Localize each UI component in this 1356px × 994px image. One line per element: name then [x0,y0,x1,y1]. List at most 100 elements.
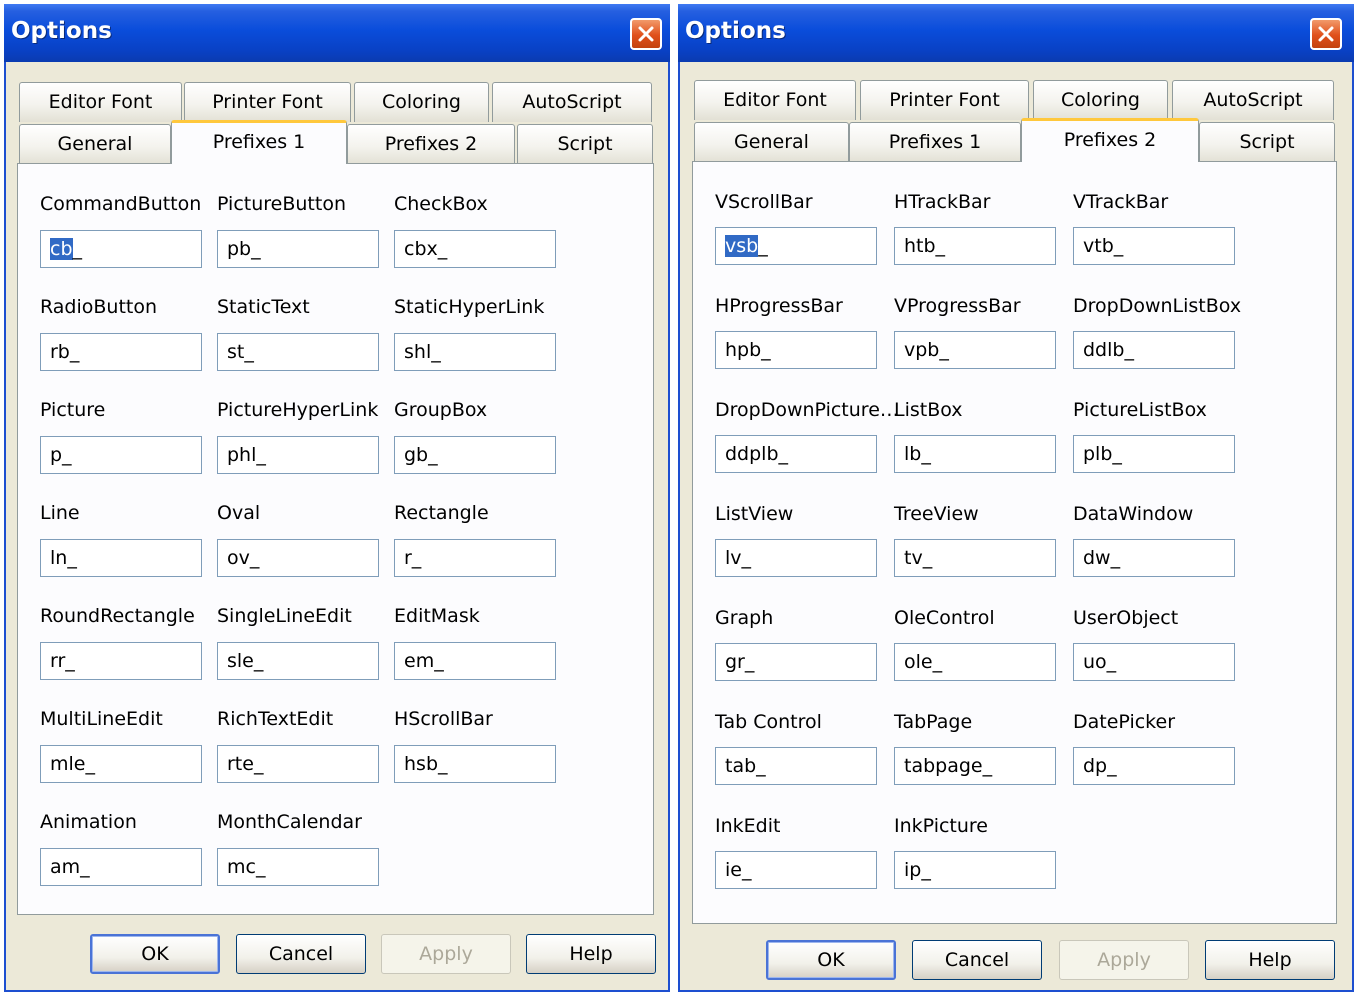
datawindow-prefix-input[interactable]: dw_ [1073,539,1235,577]
prefixes-2-panel: VScrollBar vsb_ HTrackBar htb_ VTrackBar vtb_… [692,161,1337,924]
singlelineedit-prefix-input[interactable]: sle_ [217,642,379,680]
ok-button[interactable]: OK [90,934,220,974]
multilineedit-prefix-input[interactable]: mle_ [40,745,202,783]
dialog-title: Options [11,18,112,44]
tab-prefixes-1[interactable]: Prefixes 1 [171,120,347,164]
vscrollbar-prefix-input[interactable]: vsb_ [715,227,877,265]
line-prefix-input[interactable]: ln_ [40,539,202,577]
dropdownpicture-prefix-input[interactable]: ddplb_ [715,435,877,473]
vtrackbar-prefix-input[interactable]: vtb_ [1073,227,1235,265]
inkpicture-prefix-input[interactable]: ip_ [894,851,1056,889]
picture-label: Picture [40,399,106,421]
tab-script[interactable]: Script [1199,122,1335,162]
hscrollbar-prefix-input[interactable]: hsb_ [394,745,556,783]
tab-editor-font[interactable]: Editor Font [694,80,856,120]
apply-button[interactable]: Apply [381,934,511,974]
help-button[interactable]: Help [1205,940,1335,980]
radiobutton-prefix-input[interactable]: rb_ [40,333,202,371]
userobject-prefix-input[interactable]: uo_ [1073,643,1235,681]
tab-general[interactable]: General [694,122,849,162]
tab-prefixes-1[interactable]: Prefixes 1 [849,122,1021,162]
tab-general[interactable]: General [19,124,171,164]
close-button[interactable] [1310,18,1342,50]
close-button[interactable] [630,18,662,50]
tab-prefixes-2[interactable]: Prefixes 2 [1021,118,1199,162]
commandbutton-prefix-input[interactable]: cb_ [40,230,202,268]
treeview-prefix-input[interactable]: tv_ [894,539,1056,577]
dropdownpicture-label: DropDownPicture… [715,399,899,421]
userobject-label: UserObject [1073,607,1179,629]
inkedit-label: InkEdit [715,815,781,837]
vprogressbar-label: VProgressBar [894,295,1021,317]
tab-autoscript[interactable]: AutoScript [1172,80,1334,120]
picturelistbox-label: PictureListBox [1073,399,1207,421]
hprogressbar-prefix-input[interactable]: hpb_ [715,331,877,369]
tab-control-prefix-input[interactable]: tab_ [715,747,877,785]
options-dialog-right: Options Editor Font Printer Font Colorin… [678,4,1354,992]
monthcalendar-label: MonthCalendar [217,811,362,833]
olecontrol-prefix-input[interactable]: ole_ [894,643,1056,681]
picturehyperlink-label: PictureHyperLink [217,399,379,421]
ok-button[interactable]: OK [766,940,896,980]
picturelistbox-prefix-input[interactable]: plb_ [1073,435,1235,473]
tab-coloring[interactable]: Coloring [1033,80,1168,120]
tabpage-prefix-input[interactable]: tabpage_ [894,747,1056,785]
listview-label: ListView [715,503,794,525]
richtextedit-prefix-input[interactable]: rte_ [217,745,379,783]
tab-coloring[interactable]: Coloring [354,82,489,122]
graph-prefix-input[interactable]: gr_ [715,643,877,681]
datepicker-prefix-input[interactable]: dp_ [1073,747,1235,785]
dropdownlistbox-prefix-input[interactable]: ddlb_ [1073,331,1235,369]
cancel-button[interactable]: Cancel [912,940,1042,980]
editmask-prefix-input[interactable]: em_ [394,642,556,680]
line-label: Line [40,502,80,524]
close-icon [638,26,654,42]
listview-prefix-input[interactable]: lv_ [715,539,877,577]
monthcalendar-prefix-input[interactable]: mc_ [217,848,379,886]
picturehyperlink-prefix-input[interactable]: phl_ [217,436,379,474]
listbox-label: ListBox [894,399,963,421]
rectangle-prefix-input[interactable]: r_ [394,539,556,577]
animation-prefix-input[interactable]: am_ [40,848,202,886]
datawindow-label: DataWindow [1073,503,1194,525]
radiobutton-label: RadioButton [40,296,158,318]
checkbox-label: CheckBox [394,193,488,215]
statichyperlink-label: StaticHyperLink [394,296,545,318]
apply-button[interactable]: Apply [1059,940,1189,980]
tab-autoscript[interactable]: AutoScript [492,82,652,122]
tab-printer-font[interactable]: Printer Font [860,80,1029,120]
help-button[interactable]: Help [526,934,656,974]
unselected-text: _ [758,235,768,257]
close-icon [1318,26,1334,42]
vtrackbar-label: VTrackBar [1073,191,1169,213]
listbox-prefix-input[interactable]: lb_ [894,435,1056,473]
animation-label: Animation [40,811,137,833]
inkedit-prefix-input[interactable]: ie_ [715,851,877,889]
oval-prefix-input[interactable]: ov_ [217,539,379,577]
tab-prefixes-2[interactable]: Prefixes 2 [347,124,515,164]
roundrectangle-label: RoundRectangle [40,605,195,627]
htrackbar-prefix-input[interactable]: htb_ [894,227,1056,265]
picturebutton-label: PictureButton [217,193,346,215]
picturebutton-prefix-input[interactable]: pb_ [217,230,379,268]
picture-prefix-input[interactable]: p_ [40,436,202,474]
statictext-prefix-input[interactable]: st_ [217,333,379,371]
groupbox-prefix-input[interactable]: gb_ [394,436,556,474]
cancel-button[interactable]: Cancel [236,934,366,974]
tab-script[interactable]: Script [517,124,653,164]
multilineedit-label: MultiLineEdit [40,708,163,730]
datepicker-label: DatePicker [1073,711,1176,733]
tabpage-label: TabPage [894,711,973,733]
vprogressbar-prefix-input[interactable]: vpb_ [894,331,1056,369]
dialog-title: Options [685,18,786,44]
checkbox-prefix-input[interactable]: cbx_ [394,230,556,268]
title-bar: Options [4,4,670,62]
tab-printer-font[interactable]: Printer Font [184,82,351,122]
tab-control-label: Tab Control [715,711,822,733]
inkpicture-label: InkPicture [894,815,988,837]
graph-label: Graph [715,607,774,629]
statichyperlink-prefix-input[interactable]: shl_ [394,333,556,371]
tab-editor-font[interactable]: Editor Font [19,82,182,122]
roundrectangle-prefix-input[interactable]: rr_ [40,642,202,680]
treeview-label: TreeView [894,503,979,525]
